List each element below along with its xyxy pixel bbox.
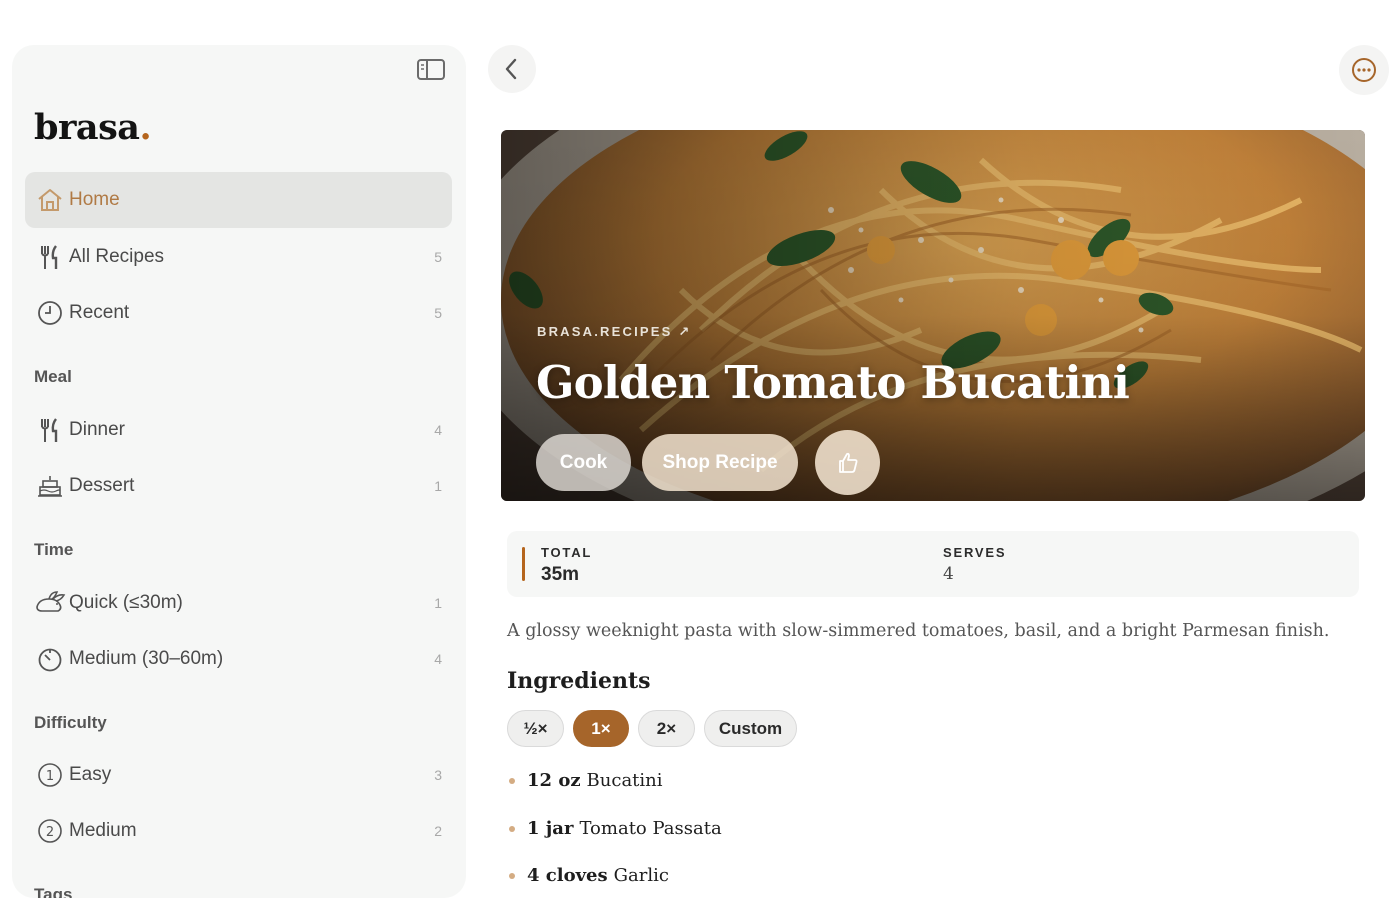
scale-2x-button[interactable]: 2× (638, 710, 695, 747)
sidebar-item-label: Dessert (69, 475, 135, 496)
sidebar-item-count: 3 (434, 767, 442, 783)
ingredient-quantity: 1 jar (527, 818, 574, 839)
sidebar-item-quick[interactable]: Quick (≤30m) 1 (25, 575, 452, 631)
chevron-left-icon (505, 58, 517, 80)
cook-button-label: Cook (559, 451, 608, 473)
serves-value: 4 (943, 564, 954, 584)
cook-button[interactable]: Cook (536, 434, 631, 491)
sidebar-item-label: All Recipes (69, 246, 165, 267)
total-time-label: TOTAL (541, 545, 593, 560)
sidebar-item-all-recipes[interactable]: All Recipes 5 (25, 229, 452, 285)
ingredient-item: 4 cloves Garlic (509, 865, 669, 886)
ingredient-name: Garlic (613, 865, 669, 886)
scale-1x-button[interactable]: 1× (573, 710, 629, 747)
rabbit-icon (33, 586, 67, 620)
sidebar-item-easy[interactable]: 1 Easy 3 (25, 747, 452, 803)
sidebar-item-count: 2 (434, 823, 442, 839)
scale-custom-button[interactable]: Custom (704, 710, 797, 747)
fork-knife-icon (33, 240, 67, 274)
cake-icon (33, 469, 67, 503)
recipe-hero: BRASA.RECIPES ↗ Golden Tomato Bucatini C… (501, 130, 1365, 501)
more-options-button[interactable] (1339, 45, 1389, 95)
timer-icon (33, 642, 67, 676)
ingredient-name: Bucatini (586, 770, 663, 791)
section-heading-time: Time (34, 540, 74, 559)
sidebar-item-recent[interactable]: Recent 5 (25, 285, 452, 341)
back-button[interactable] (488, 45, 536, 93)
bullet-icon (509, 777, 515, 784)
number-two-circle-icon: 2 (33, 814, 67, 848)
sidebar-item-count: 4 (434, 651, 442, 667)
ingredients-heading: Ingredients (507, 668, 651, 694)
recipe-title: Golden Tomato Bucatini (536, 356, 1130, 409)
bullet-icon (509, 825, 515, 832)
clock-icon (33, 296, 67, 330)
sidebar-item-medium-time[interactable]: Medium (30–60m) 4 (25, 631, 452, 687)
total-time-value: 35m (541, 564, 580, 585)
ingredient-item: 12 oz Bucatini (509, 770, 663, 791)
recipe-description: A glossy weeknight pasta with slow-simme… (507, 621, 1330, 641)
thumbs-up-icon (838, 452, 857, 473)
sidebar-item-count: 5 (434, 305, 442, 321)
app-logo: brasa. (34, 107, 152, 148)
recipe-stats: TOTAL 35m SERVES 4 (507, 531, 1359, 597)
section-heading-tags: Tags (34, 885, 73, 898)
fork-knife-icon (33, 413, 67, 447)
sidebar-item-count: 1 (434, 478, 442, 494)
sidebar-item-home[interactable]: Home (25, 172, 452, 228)
svg-text:1: 1 (46, 769, 54, 784)
sidebar-item-label: Medium (69, 820, 137, 841)
sidebar: brasa. Home All Recipes 5 Recent 5 Meal … (12, 45, 466, 898)
section-heading-difficulty: Difficulty (34, 713, 107, 732)
number-one-circle-icon: 1 (33, 758, 67, 792)
sidebar-item-label: Recent (69, 302, 130, 323)
sidebar-item-label: Quick (≤30m) (69, 592, 183, 613)
stats-accent-bar (522, 547, 525, 581)
section-heading-meal: Meal (34, 367, 72, 386)
bullet-icon (509, 872, 515, 879)
shop-recipe-button[interactable]: Shop Recipe (642, 434, 798, 491)
sidebar-item-label: Medium (30–60m) (69, 648, 224, 669)
scale-half-button[interactable]: ½× (507, 710, 564, 747)
sidebar-item-label: Dinner (69, 419, 125, 440)
sidebar-item-dessert[interactable]: Dessert 1 (25, 458, 452, 514)
sidebar-item-medium-difficulty[interactable]: 2 Medium 2 (25, 803, 452, 859)
home-icon (33, 183, 67, 217)
svg-text:2: 2 (46, 825, 54, 840)
sidebar-item-count: 5 (434, 249, 442, 265)
sidebar-item-dinner[interactable]: Dinner 4 (25, 402, 452, 458)
ingredient-item: 1 jar Tomato Passata (509, 818, 722, 839)
serves-label: SERVES (943, 545, 1007, 560)
ingredient-quantity: 12 oz (527, 770, 581, 791)
sidebar-item-count: 4 (434, 422, 442, 438)
sidebar-toggle-icon[interactable] (416, 57, 448, 83)
recipe-source-link[interactable]: BRASA.RECIPES ↗ (537, 324, 691, 340)
like-button[interactable] (815, 430, 880, 495)
shop-recipe-button-label: Shop Recipe (662, 451, 778, 473)
sidebar-item-label: Home (69, 189, 120, 210)
recipe-photo (501, 130, 1365, 501)
ingredient-quantity: 4 cloves (527, 865, 608, 886)
more-icon (1352, 58, 1376, 82)
sidebar-item-count: 1 (434, 595, 442, 611)
sidebar-item-label: Easy (69, 764, 112, 785)
ingredient-name: Tomato Passata (579, 818, 722, 839)
